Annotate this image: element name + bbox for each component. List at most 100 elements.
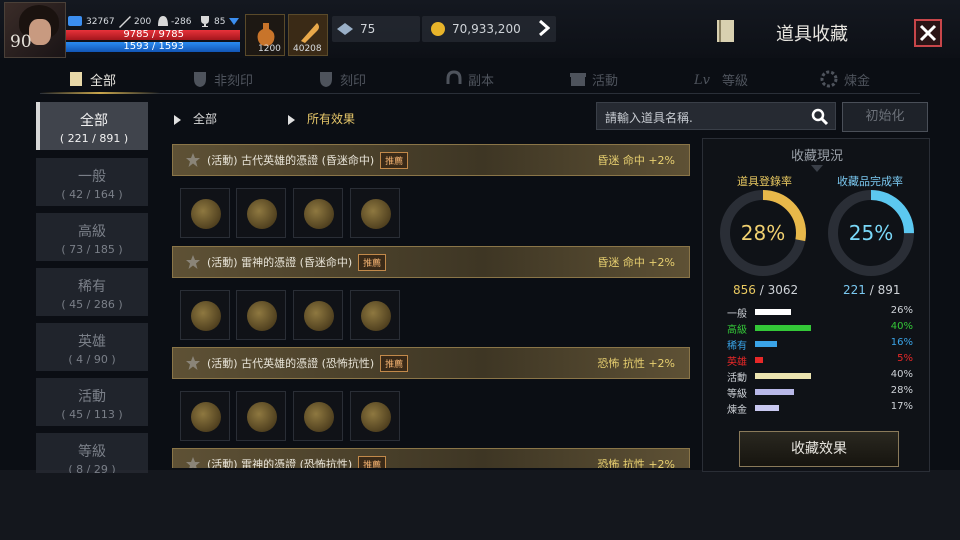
hp-text: 9785 / 9785 [123, 29, 184, 40]
stat-label: 煉金 [727, 405, 747, 416]
category-label: 全部 [80, 113, 108, 129]
attack-value: 200 [134, 17, 152, 27]
scroll-item-icon [301, 23, 319, 43]
close-button[interactable] [914, 19, 942, 47]
helmet-icon [158, 16, 168, 26]
stat-bar [755, 357, 763, 363]
category-label: 一般 [78, 169, 106, 185]
category-common[interactable]: 一般 ( 42 / 164 ) [36, 158, 148, 206]
search-placeholder: 請輸入道具名稱. [605, 111, 693, 125]
collection-row-header[interactable]: (活動) 雷神的憑證 (恐怖抗性) 推薦 恐怖 抗性 +2% [172, 448, 690, 468]
stat-row: 活動 40% [727, 369, 917, 384]
breadcrumb-effects[interactable]: 所有效果 [288, 110, 355, 127]
collection-book-icon [717, 20, 734, 42]
stat-row: 稀有 16% [727, 337, 917, 352]
category-label: 高級 [78, 224, 106, 240]
stat-label: 稀有 [727, 341, 747, 352]
category-hero[interactable]: 英雄 ( 4 / 90 ) [36, 323, 148, 371]
collection-list: (活動) 古代英雄的憑證 (昏迷命中) 推薦 昏迷 命中 +2% (活動) 雷神… [168, 138, 696, 468]
category-level[interactable]: 等級 ( 8 / 29 ) [36, 433, 148, 473]
category-count: ( 221 / 891 ) [59, 132, 129, 145]
gold-value: 70,933,200 [452, 22, 521, 36]
collection-row-header[interactable]: (活動) 古代英雄的憑證 (恐怖抗性) 推薦 恐怖 抗性 +2% [172, 347, 690, 379]
item-coin[interactable] [350, 290, 400, 340]
item-coin[interactable] [180, 290, 230, 340]
tab-label: 非刻印 [214, 73, 254, 89]
search-icon[interactable] [811, 108, 829, 126]
dropdown-icon[interactable] [229, 18, 239, 26]
tab-event[interactable]: 活動 [570, 66, 618, 92]
gem-counter: 75 [332, 16, 420, 42]
stat-percent: 16% [890, 337, 913, 348]
potion-slot[interactable]: 1200 [245, 14, 285, 56]
category-count: ( 8 / 29 ) [68, 463, 116, 473]
panel-title: 收藏現況 [790, 149, 843, 164]
category-rare[interactable]: 稀有 ( 45 / 286 ) [36, 268, 148, 316]
tab-all[interactable]: 全部 [68, 66, 116, 92]
tab-level[interactable]: Lv 等級 [694, 66, 748, 92]
collection-effect-button[interactable]: 收藏效果 [739, 431, 899, 467]
collection-row-header[interactable]: (活動) 雷神的憑證 (昏迷命中) 推薦 昏迷 命中 +2% [172, 246, 690, 278]
collection-status-panel: 收藏現況 道具登錄率 收藏品完成率 28% 25% 856 / 3062 221… [702, 138, 930, 472]
breadcrumb-label: 所有效果 [307, 112, 356, 126]
defense-value: -286 [171, 17, 192, 27]
reset-button[interactable]: 初始化 [842, 102, 928, 132]
item-coin[interactable] [293, 391, 343, 441]
alchemy-icon [820, 70, 838, 88]
breadcrumb-label: 全部 [193, 112, 218, 126]
gem-value: 75 [360, 22, 376, 36]
stat-bar [755, 309, 791, 315]
stat-percent: 40% [890, 369, 913, 380]
stat-label: 一般 [727, 309, 747, 320]
item-coin[interactable] [180, 391, 230, 441]
registered-count: 856 / 3062 [733, 283, 798, 297]
category-label: 英雄 [78, 334, 106, 350]
item-coin[interactable] [293, 290, 343, 340]
recommend-badge: 推薦 [358, 253, 387, 271]
tab-label: 副本 [468, 73, 495, 89]
category-label: 活動 [78, 389, 106, 405]
close-icon [919, 24, 937, 42]
gold-coin-icon [431, 22, 445, 36]
tab-alchemy[interactable]: 煉金 [820, 66, 870, 92]
item-coin[interactable] [180, 188, 230, 238]
favorite-star-icon[interactable] [185, 152, 201, 168]
item-slot[interactable]: 40208 [288, 14, 328, 56]
headphone-icon [446, 70, 462, 84]
registered-value: 856 [733, 283, 756, 297]
item-coin[interactable] [350, 188, 400, 238]
tab-inscribed[interactable]: 刻印 [318, 66, 366, 92]
item-coin[interactable] [350, 391, 400, 441]
tab-label: 全部 [90, 73, 117, 89]
svg-text:Lv: Lv [694, 73, 711, 88]
gift-icon [570, 73, 586, 86]
favorite-star-icon[interactable] [185, 355, 201, 371]
category-count: ( 73 / 185 ) [61, 243, 123, 256]
stat-row: 一般 26% [727, 305, 917, 320]
collection-name: (活動) 古代英雄的憑證 (恐怖抗性) [207, 357, 375, 370]
collection-row-header[interactable]: (活動) 古代英雄的憑證 (昏迷命中) 推薦 昏迷 命中 +2% [172, 144, 690, 176]
category-count: ( 4 / 90 ) [68, 353, 116, 366]
category-label: 稀有 [78, 279, 106, 295]
favorite-star-icon[interactable] [185, 456, 201, 468]
stat-bar [755, 373, 811, 379]
item-coin[interactable] [293, 188, 343, 238]
breadcrumb-all[interactable]: 全部 [174, 110, 217, 127]
book-icon [70, 72, 82, 86]
chevron-right-icon[interactable] [538, 20, 550, 36]
favorite-star-icon[interactable] [185, 254, 201, 270]
item-coin[interactable] [236, 290, 286, 340]
tab-dungeon[interactable]: 副本 [446, 66, 494, 92]
item-coin[interactable] [236, 188, 286, 238]
category-all[interactable]: 全部 ( 221 / 891 ) [36, 102, 148, 150]
stat-label: 高級 [727, 325, 747, 336]
filter-tabs: 全部 非刻印 刻印 副本 活動 Lv 等級 煉金 [40, 62, 920, 94]
tab-non-inscribed[interactable]: 非刻印 [192, 66, 253, 92]
category-advanced[interactable]: 高級 ( 73 / 185 ) [36, 213, 148, 261]
category-event[interactable]: 活動 ( 45 / 113 ) [36, 378, 148, 426]
stat-percent: 40% [890, 321, 913, 332]
search-input[interactable]: 請輸入道具名稱. [596, 102, 836, 130]
collection-effect: 昏迷 命中 +2% [597, 256, 675, 269]
mp-text: 1593 / 1593 [123, 41, 184, 52]
item-coin[interactable] [236, 391, 286, 441]
